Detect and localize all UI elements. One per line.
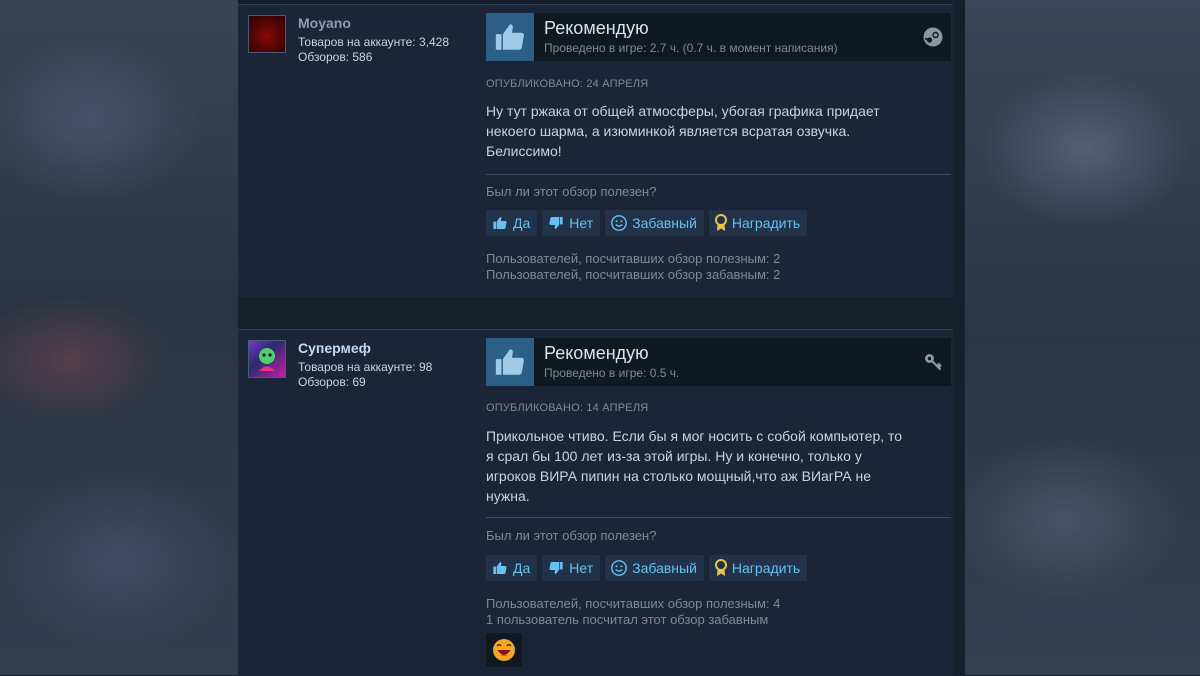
vote-counts: Пользователей, посчитавших обзор полезны… [486,596,780,628]
review-text-line: нужна. [486,488,530,504]
reviewer-info: Супермеф Товаров на аккаунте: 98 Обзоров… [298,340,432,390]
vote-no-button[interactable]: Нет [542,210,601,236]
review-content: Прикольное чтиво. Если бы я мог носить с… [486,426,951,506]
thumbs-down-icon [549,562,563,574]
helpful-count: Пользователей, посчитавших обзор полезны… [486,596,781,611]
divider [486,174,951,175]
vote-header[interactable]: Рекомендую Проведено в игре: 0.5 ч. [486,338,951,386]
thumbs-up-icon [493,562,507,574]
review-text-line: Прикольное чтиво. Если бы я мог носить с… [486,428,903,444]
steam-logo-icon [923,27,943,52]
review-text-line: Ну тут ржака от общей атмосферы, убогая … [486,103,880,119]
vote-buttons: Да Нет Забавный Наградить [486,555,808,581]
funny-count: 1 пользователь посчитал этот обзор забав… [486,612,769,627]
helpful-question: Был ли этот обзор полезен? [486,184,657,199]
hours-played: Проведено в игре: 2.7 ч. (0.7 ч. в момен… [544,41,838,55]
products-count[interactable]: Товаров на аккаунте: 98 [298,360,432,375]
thumbs-up-icon [486,338,534,386]
vote-funny-button[interactable]: Забавный [605,210,704,236]
award-ribbon-icon [714,214,727,231]
review-content: Ну тут ржака от общей атмосферы, убогая … [486,101,951,161]
recommendation-title: Рекомендую [544,18,649,38]
recommendation-title: Рекомендую [544,343,649,363]
avatar[interactable] [248,15,286,53]
key-icon [923,352,943,377]
thumbs-up-icon [493,217,507,229]
review-text-line: Белиссимо! [486,143,562,159]
vote-funny-button[interactable]: Забавный [605,555,704,581]
background-blur-left [0,0,238,675]
review-card: Moyano Товаров на аккаунте: 3,428 Обзоро… [238,4,953,297]
funny-count: Пользователей, посчитавших обзор забавны… [486,267,781,282]
hours-played: Проведено в игре: 0.5 ч. [544,366,680,380]
helpful-count: Пользователей, посчитавших обзор полезны… [486,251,781,266]
review-text-line: некоего шарма, а изюминкой является всра… [486,123,851,139]
vote-funny-label: Забавный [632,560,697,576]
vote-no-label: Нет [569,215,594,231]
vote-header[interactable]: Рекомендую Проведено в игре: 2.7 ч. (0.7… [486,13,951,61]
reviewer-name[interactable]: Moyano [298,15,449,31]
vote-no-label: Нет [569,560,594,576]
vote-counts: Пользователей, посчитавших обзор полезны… [486,251,780,283]
award-button[interactable]: Наградить [708,555,808,581]
posted-date: Опубликовано: 14 апреля [486,402,649,414]
divider [486,517,951,518]
vote-yes-button[interactable]: Да [486,210,538,236]
reviews-count[interactable]: Обзоров: 586 [298,50,449,65]
reviewer-name[interactable]: Супермеф [298,340,432,356]
review-text-line: игроков ВИРА пипин на столько мощный,что… [486,468,872,484]
posted-date: Опубликовано: 24 апреля [486,78,649,90]
laughing-face-award-icon[interactable] [486,633,522,667]
review-card: Супермеф Товаров на аккаунте: 98 Обзоров… [238,329,953,676]
reviewer-info: Moyano Товаров на аккаунте: 3,428 Обзоро… [298,15,449,65]
award-label: Наградить [731,560,801,576]
smiley-icon [611,215,628,231]
vote-yes-button[interactable]: Да [486,555,538,581]
vote-yes-label: Да [513,560,531,576]
review-text-line: я срал бы 100 лет из-за этой игры. Ну и … [486,448,862,464]
products-count[interactable]: Товаров на аккаунте: 3,428 [298,35,449,50]
smiley-icon [611,560,628,576]
avatar[interactable] [248,340,286,378]
vote-buttons: Да Нет Забавный Наградить [486,210,808,236]
helpful-question: Был ли этот обзор полезен? [486,528,657,543]
thumbs-up-icon [486,13,534,61]
award-label: Наградить [731,215,801,231]
background-blur-right [965,0,1200,675]
thumbs-down-icon [549,217,563,229]
reviews-count[interactable]: Обзоров: 69 [298,375,432,390]
award-ribbon-icon [714,559,727,576]
award-button[interactable]: Наградить [708,210,808,236]
vote-funny-label: Забавный [632,215,697,231]
vote-no-button[interactable]: Нет [542,555,601,581]
vote-yes-label: Да [513,215,531,231]
